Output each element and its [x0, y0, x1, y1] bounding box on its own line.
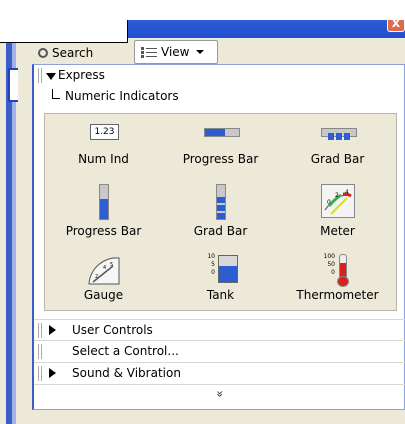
numeric-indicators-palette: 1.23 Num Ind Progress Bar Grad Bar Progr… — [44, 113, 397, 311]
tree-row-sound-vibration[interactable]: Sound & Vibration — [34, 363, 405, 385]
search-label: Search — [52, 46, 94, 60]
grip-handle — [38, 68, 42, 83]
select-control-label: Select a Control... — [72, 344, 179, 358]
tree-row-user-controls[interactable]: User Controls — [34, 319, 405, 341]
left-border-highlight — [12, 0, 16, 424]
palette-item-label: Meter — [320, 224, 355, 238]
popup-overlay — [0, 0, 128, 43]
palette-item-grad-bar[interactable]: Grad Bar — [279, 122, 396, 166]
meter-tick-0: 0 — [327, 199, 331, 206]
meter-icon: 0 2 4 — [321, 184, 355, 218]
chevron-down-icon — [196, 50, 205, 54]
svg-text:2: 2 — [95, 274, 98, 280]
view-button[interactable]: View — [134, 40, 218, 64]
tree-branch-icon — [52, 89, 60, 99]
palette-item-progress-bar[interactable]: Progress Bar — [162, 122, 279, 166]
palette-item-tank[interactable]: 10 5 0 Tank — [162, 252, 279, 302]
collapsed-triangle-icon[interactable] — [49, 325, 56, 335]
search-icon — [38, 48, 48, 58]
collapsed-triangle-icon[interactable] — [49, 368, 56, 378]
tank-tick: 0 — [211, 269, 215, 276]
more-categories-chevron-icon[interactable]: » — [213, 388, 227, 400]
palette-item-thermometer[interactable]: 100 50 0 Thermometer — [279, 252, 396, 302]
view-icon — [141, 47, 157, 58]
thermo-tick: 100 — [323, 253, 335, 260]
grip-handle — [38, 344, 42, 359]
sound-vibration-label: Sound & Vibration — [72, 366, 181, 380]
palette-item-label: Grad Bar — [310, 152, 365, 166]
palette-tree: Express Numeric Indicators 1.23 Num Ind … — [32, 64, 405, 410]
vertical-progress-bar-icon — [99, 184, 109, 220]
palette-item-label: Grad Bar — [193, 224, 248, 238]
svg-text:4: 4 — [103, 265, 106, 271]
view-label: View — [161, 45, 190, 59]
gauge-icon: 5 4 2 — [88, 257, 120, 285]
numeric-indicators-label: Numeric Indicators — [65, 89, 179, 103]
tank-icon: 10 5 0 — [205, 253, 239, 285]
numeric-indicators-subcategory: Numeric Indicators — [52, 89, 179, 103]
svg-text:5: 5 — [110, 262, 113, 268]
palette-item-vertical-grad-bar[interactable]: Grad Bar — [162, 184, 279, 238]
palette-item-meter[interactable]: 0 2 4 Meter — [279, 184, 396, 238]
meter-tick-2: 2 — [335, 192, 339, 199]
palette-item-label: Num Ind — [78, 152, 129, 166]
user-controls-label: User Controls — [72, 323, 153, 337]
palette-item-label: Thermometer — [296, 288, 379, 302]
express-label: Express — [58, 68, 105, 82]
palette-item-gauge[interactable]: 5 4 2 Gauge — [45, 252, 162, 302]
palette-item-vertical-progress-bar[interactable]: Progress Bar — [45, 184, 162, 238]
expanded-triangle-icon[interactable] — [46, 73, 56, 80]
vertical-grad-bar-icon — [216, 184, 226, 220]
grip-handle — [38, 366, 42, 381]
palette-item-num-ind[interactable]: 1.23 Num Ind — [45, 122, 162, 166]
meter-tick-4: 4 — [345, 189, 349, 196]
thermo-tick: 50 — [327, 261, 335, 268]
top-blank-area — [127, 0, 405, 20]
thermometer-icon: 100 50 0 — [321, 253, 355, 287]
palette-item-label: Progress Bar — [182, 152, 259, 166]
grip-handle — [38, 323, 42, 338]
grad-bar-icon — [321, 128, 357, 140]
num-ind-icon: 1.23 — [90, 124, 119, 140]
palette-item-label: Progress Bar — [65, 224, 142, 238]
tank-tick: 5 — [211, 261, 215, 268]
tank-tick: 10 — [207, 253, 215, 260]
search-button[interactable]: Search — [30, 42, 130, 64]
tree-row-express[interactable]: Express — [34, 65, 405, 87]
palette-item-label: Gauge — [83, 288, 124, 302]
thermo-tick: 0 — [331, 269, 335, 276]
progress-bar-icon — [204, 128, 240, 137]
tree-row-select-control[interactable]: Select a Control... — [34, 341, 405, 363]
palette-item-label: Tank — [206, 288, 235, 302]
